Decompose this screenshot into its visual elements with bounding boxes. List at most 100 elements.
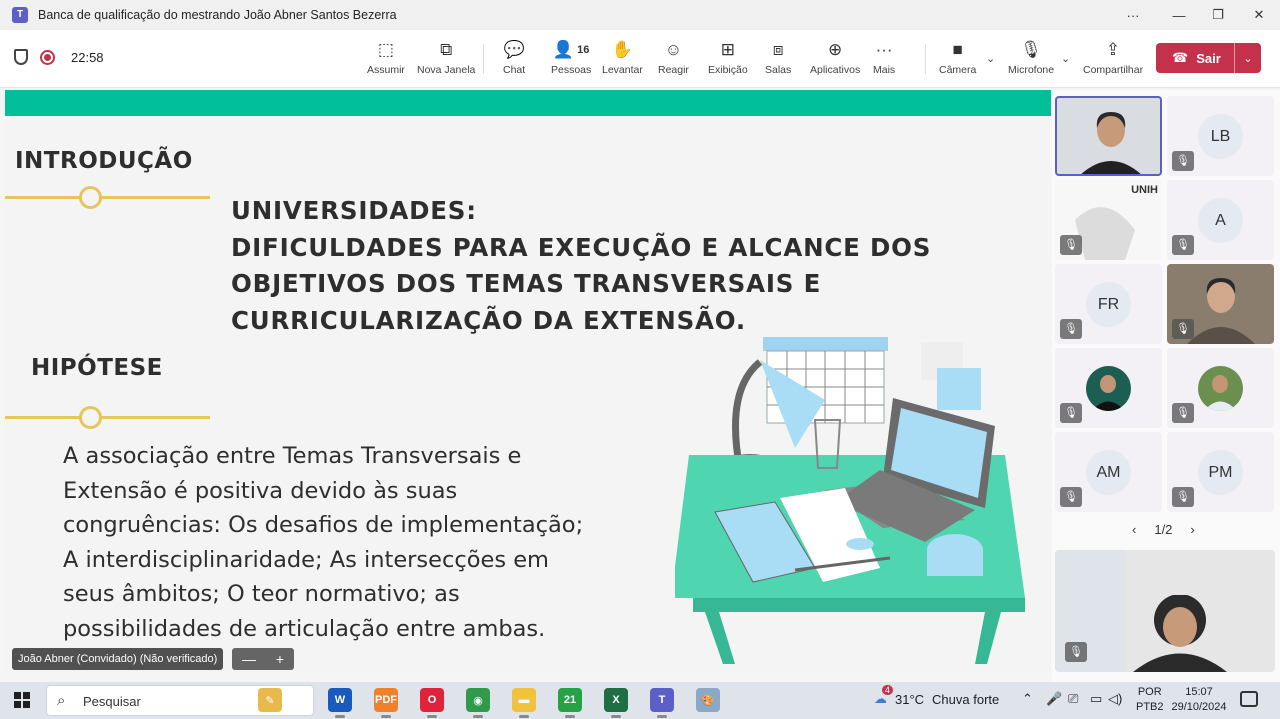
shield-icon[interactable] bbox=[14, 49, 28, 65]
chat-button[interactable]: 💬 Chat bbox=[503, 38, 525, 82]
salas-label: Salas bbox=[765, 64, 792, 76]
opera-icon[interactable]: O bbox=[420, 688, 444, 712]
pessoas-label: Pessoas bbox=[551, 64, 592, 76]
paint-icon[interactable]: 🎨 bbox=[696, 688, 720, 712]
pdf-icon[interactable]: PDF bbox=[374, 688, 398, 712]
leave-button[interactable]: ☎ Sair ⌄ bbox=[1156, 43, 1261, 73]
camera-button[interactable]: ■ Câmera bbox=[939, 38, 976, 82]
teams-icon[interactable]: T bbox=[650, 688, 674, 712]
teams-app-icon: T bbox=[12, 7, 28, 23]
raise-hand-icon: ✋ bbox=[611, 40, 634, 59]
avatar: AM bbox=[1086, 450, 1131, 495]
exibicao-button[interactable]: ⊞ Exibição bbox=[708, 38, 748, 82]
hypothesis-line: Extensão é positiva devido às suas bbox=[63, 477, 458, 504]
weather-alert-badge: 4 bbox=[882, 685, 894, 695]
pessoas-button[interactable]: 👤 16 Pessoas bbox=[551, 38, 591, 82]
windows-taskbar: ⌕ Pesquisar ✎ W PDF O ◉ ▬ 21 X T 🎨 ☁ 4 31°C Chuva … bbox=[0, 682, 1280, 719]
clock-date: 29/10/2024 bbox=[1171, 701, 1227, 713]
zoom-in-button[interactable]: + bbox=[276, 651, 284, 667]
zoom-controls: — + bbox=[232, 648, 294, 670]
mic-off-icon: 🎙 bbox=[1060, 235, 1082, 255]
clock-time: 15:07 bbox=[1185, 686, 1213, 698]
notification-center-icon[interactable] bbox=[1240, 691, 1258, 707]
presenter-name-tag: João Abner (Convidado) (Não verificado) bbox=[12, 648, 224, 670]
participant-tile[interactable]: A 🎙 bbox=[1167, 180, 1274, 260]
participant-tile[interactable]: AM 🎙 bbox=[1055, 432, 1162, 512]
mic-off-icon: 🎙 bbox=[1172, 319, 1194, 339]
chevron-left-icon[interactable]: ‹ bbox=[1132, 522, 1136, 537]
assumir-button[interactable]: ⬚ Assumir bbox=[367, 38, 405, 82]
restore-button[interactable]: ❐ bbox=[1195, 0, 1241, 30]
slide-title-line: OBJETIVOS DOS TEMAS TRANSVERSAIS E bbox=[231, 269, 822, 298]
input-language-indicator[interactable]: POR PTB2 bbox=[1136, 685, 1164, 715]
mic-off-icon: 🎙 bbox=[1172, 235, 1194, 255]
chat-label: Chat bbox=[503, 64, 526, 76]
nova-janela-label: Nova Janela bbox=[417, 64, 476, 76]
exibicao-label: Exibição bbox=[708, 64, 748, 76]
compartilhar-label: Compartilhar bbox=[1083, 64, 1144, 76]
zoom-out-button[interactable]: — bbox=[242, 651, 256, 667]
nova-janela-button[interactable]: ⧉ Nova Janela bbox=[417, 38, 475, 82]
salas-button[interactable]: ⧈ Salas bbox=[765, 38, 791, 82]
aplicativos-button[interactable]: ⊕ Aplicativos bbox=[810, 38, 860, 82]
leave-options-chevron-icon[interactable]: ⌄ bbox=[1234, 43, 1261, 73]
mic-options-chevron-icon[interactable]: ⌄ bbox=[1061, 52, 1070, 65]
assumir-label: Assumir bbox=[367, 64, 405, 76]
participant-gallery: LB 🎙 UNIH 🎙 A 🎙 FR 🎙 🎙 🎙 🎙 AM 🎙 PM 🎙 ‹ 1/2 › 🎙 bbox=[1052, 90, 1280, 682]
app-running-indicator bbox=[427, 715, 437, 718]
participant-tile[interactable]: PM 🎙 bbox=[1167, 432, 1274, 512]
hypothesis-line: A interdisciplinaridade; As intersecções… bbox=[63, 546, 549, 573]
participant-tile[interactable]: LB 🎙 bbox=[1167, 96, 1274, 176]
microphone-tray-icon[interactable]: 🎤 bbox=[1046, 691, 1062, 707]
gallery-pager: ‹ 1/2 › bbox=[1132, 522, 1195, 537]
compartilhar-button[interactable]: ⇪ Compartilhar bbox=[1083, 38, 1143, 82]
weather-description: Chuva forte bbox=[932, 691, 1000, 707]
underline-dot bbox=[79, 186, 102, 209]
copilot-icon[interactable]: ✎ bbox=[258, 688, 282, 712]
participant-tile[interactable]: 🎙 bbox=[1167, 264, 1274, 344]
underline-dot bbox=[79, 406, 102, 429]
weather-widget[interactable]: ☁ 4 31°C Chuva forte bbox=[874, 685, 1000, 707]
participant-tile[interactable]: FR 🎙 bbox=[1055, 264, 1162, 344]
chrome-icon[interactable]: ◉ bbox=[466, 688, 490, 712]
volume-icon[interactable]: ◁) bbox=[1108, 691, 1122, 707]
rooms-icon: ⧈ bbox=[772, 40, 784, 59]
people-icon: 👤 16 bbox=[553, 38, 589, 62]
hypothesis-line: congruências: Os desafios de implementaç… bbox=[63, 512, 584, 538]
microfone-button[interactable]: 🎙 Microfone bbox=[1008, 38, 1054, 82]
keyboard-layout: PTB2 bbox=[1136, 701, 1164, 713]
app-running-indicator bbox=[335, 715, 345, 718]
participant-tile[interactable] bbox=[1055, 96, 1162, 176]
battery-icon[interactable]: ▭ bbox=[1090, 691, 1102, 707]
recording-icon[interactable] bbox=[40, 49, 55, 65]
meeting-info: 22:58 bbox=[14, 49, 104, 65]
participant-tile[interactable]: 🎙 bbox=[1055, 348, 1162, 428]
reagir-label: Reagir bbox=[658, 64, 689, 76]
excel-icon[interactable]: X bbox=[604, 688, 628, 712]
chevron-up-icon[interactable]: ⌃ bbox=[1022, 691, 1033, 707]
camera-options-chevron-icon[interactable]: ⌄ bbox=[986, 52, 995, 65]
hypothesis-text: A associação entre Temas Transversais e … bbox=[63, 439, 583, 646]
close-button[interactable]: ✕ bbox=[1236, 0, 1280, 30]
mic-off-icon: 🎙 bbox=[1172, 151, 1194, 171]
explorer-icon[interactable]: ▬ bbox=[512, 688, 536, 712]
heading-underline bbox=[5, 406, 210, 429]
chevron-right-icon[interactable]: › bbox=[1190, 522, 1194, 537]
self-view-tile[interactable]: 🎙 bbox=[1055, 550, 1275, 672]
participant-tile[interactable]: UNIH 🎙 bbox=[1055, 180, 1162, 260]
system-clock[interactable]: 15:07 29/10/2024 bbox=[1170, 685, 1228, 715]
slide-top-band bbox=[5, 90, 1051, 116]
avatar: FR bbox=[1086, 282, 1131, 327]
levantar-button[interactable]: ✋ Levantar bbox=[602, 38, 643, 82]
windows-start-icon[interactable] bbox=[14, 692, 30, 708]
share-icon: ⇪ bbox=[1105, 40, 1121, 59]
participant-tile[interactable]: 🎙 bbox=[1167, 348, 1274, 428]
word-icon[interactable]: W bbox=[328, 688, 352, 712]
window-title: Banca de qualificação do mestrando João … bbox=[38, 8, 397, 22]
mais-button[interactable]: ··· Mais bbox=[873, 38, 895, 82]
mic-off-icon: 🎙 bbox=[1060, 403, 1082, 423]
more-options-button[interactable]: ··· bbox=[1110, 0, 1156, 30]
whatsapp-icon[interactable]: 21 bbox=[558, 688, 582, 712]
reagir-button[interactable]: ☺ Reagir bbox=[658, 38, 689, 82]
camera-tray-icon[interactable]: ⎚ bbox=[1068, 691, 1078, 707]
